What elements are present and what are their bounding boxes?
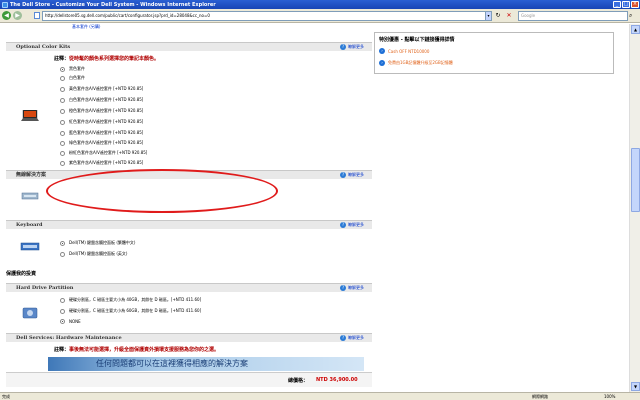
- total-price-label: 總價格：: [288, 378, 309, 384]
- color-option[interactable]: 黃色套件含A/V遙控套件 [+NTD 920.85]: [60, 86, 143, 92]
- base-kit-link[interactable]: 基本套件 (另購): [72, 24, 100, 30]
- radio-button[interactable]: [60, 140, 65, 146]
- color-option[interactable]: 橙色套件含A/V遙控套件 [+NTD 920.85]: [60, 108, 143, 114]
- laptop-image: [21, 110, 39, 121]
- radio-button[interactable]: [60, 97, 65, 103]
- title-bar: The Dell Store - Customize Your Dell Sys…: [0, 0, 640, 9]
- radio-button[interactable]: [60, 297, 65, 303]
- offers-title: 特別優惠 - 點擊以下鏈接獲得詳情: [379, 37, 455, 43]
- address-dropdown-button[interactable]: ▾: [485, 11, 492, 21]
- learn-more-link[interactable]: ? 瞭解更多: [340, 171, 364, 179]
- learn-more-link[interactable]: ? 瞭解更多: [340, 334, 364, 342]
- scroll-up-button[interactable]: ▲: [631, 25, 640, 34]
- radio-button[interactable]: [60, 75, 65, 81]
- scroll-down-button[interactable]: ▼: [631, 382, 640, 391]
- arrow-right-icon: ›: [379, 60, 385, 66]
- back-button[interactable]: ◀: [2, 11, 11, 20]
- help-icon: ?: [340, 335, 346, 341]
- status-bar: 完成 網際網路 100%: [0, 392, 640, 400]
- help-icon: ?: [340, 172, 346, 178]
- hard-drive-image: [22, 307, 38, 319]
- learn-more-link[interactable]: ? 瞭解更多: [340, 284, 364, 292]
- close-button[interactable]: ×: [631, 1, 639, 8]
- radio-button[interactable]: [60, 160, 65, 166]
- search-input[interactable]: Google: [518, 11, 628, 21]
- section-header-services: Dell Services: Hardware Maintenance ? 瞭解…: [6, 333, 372, 342]
- color-option[interactable]: 紫色套件含A/V遙控套件 [+NTD 920.85]: [60, 160, 143, 166]
- window-title: The Dell Store - Customize Your Dell Sys…: [10, 1, 216, 8]
- color-option[interactable]: 粉紅色套件含A/V遙控套件 [+NTD 920.85]: [60, 150, 147, 156]
- section-header-hdd-partition: Hard Drive Partition ? 瞭解更多: [6, 283, 372, 292]
- highlight-oval: [46, 169, 278, 213]
- radio-button[interactable]: [60, 130, 65, 136]
- radio-button[interactable]: [60, 119, 65, 125]
- radio-button[interactable]: [60, 86, 65, 92]
- maximize-button[interactable]: □: [622, 1, 630, 8]
- section-title: 無線解決方案: [16, 172, 47, 178]
- refresh-icon[interactable]: ↻: [494, 12, 502, 20]
- radio-button[interactable]: [60, 66, 65, 72]
- keyboard-image: [20, 242, 40, 251]
- scroll-thumb[interactable]: [631, 148, 640, 212]
- address-input[interactable]: http://dellstore05.sg.dell.com/public/ca…: [42, 11, 489, 21]
- page-content: 基本套件 (另購) Optional Color Kits ? 瞭解更多 註釋：…: [0, 24, 628, 392]
- partition-option[interactable]: NONE: [60, 319, 81, 324]
- color-option[interactable]: 白色套件: [60, 75, 85, 81]
- section-title: Hard Drive Partition: [16, 285, 74, 291]
- offer-link-cash-off[interactable]: › Cash OFF NTD10000: [379, 48, 429, 54]
- learn-more-link[interactable]: ? 瞭解更多: [340, 43, 364, 51]
- offer-link-memory-upgrade[interactable]: › 免費由1GB記憶體升級至2GB記憶體: [379, 60, 453, 66]
- security-zone: 網際網路: [532, 394, 548, 399]
- banner-text: 任何問題都可以在這裡獲得相應的解決方案: [96, 359, 248, 368]
- minimize-button[interactable]: _: [613, 1, 621, 8]
- learn-more-link[interactable]: ? 瞭解更多: [340, 221, 364, 229]
- color-kit-note: 註釋：從時髦的顏色系列選擇您的筆記本顏色。: [54, 56, 160, 62]
- page-icon: [34, 12, 40, 19]
- color-option[interactable]: 白色套件含A/V遙控套件 [+NTD 920.85]: [60, 97, 143, 103]
- radio-button[interactable]: [60, 150, 65, 156]
- radio-button[interactable]: [60, 308, 65, 314]
- special-offers-box: 特別優惠 - 點擊以下鏈接獲得詳情 › Cash OFF NTD10000 › …: [374, 32, 614, 74]
- partition-option[interactable]: 硬碟分割區，C 磁區主要大小為 60GB，其餘在 D 磁區。[+NTD 411.…: [60, 308, 201, 314]
- browser-window: The Dell Store - Customize Your Dell Sys…: [0, 0, 640, 400]
- ie-logo-icon: [2, 1, 8, 8]
- partition-option[interactable]: 硬碟分割區，C 磁區主要大小為 40GB，其餘在 D 磁區。[+NTD 411.…: [60, 297, 201, 303]
- protect-investment-heading: 保護我的投資: [6, 271, 37, 277]
- stop-icon[interactable]: ✕: [505, 12, 513, 20]
- help-icon: ?: [340, 222, 346, 228]
- radio-button[interactable]: [60, 240, 65, 246]
- section-header-color-kits: Optional Color Kits ? 瞭解更多: [6, 42, 372, 51]
- total-price-value: NTD 36,900.00: [316, 377, 358, 383]
- zoom-level[interactable]: 100%: [604, 393, 615, 400]
- keyboard-option[interactable]: Dell(TM) 鍵盤含觸控面板 (英文): [60, 251, 127, 257]
- section-header-keyboard: Keyboard ? 瞭解更多: [6, 220, 372, 229]
- configurator-main: 基本套件 (另購) Optional Color Kits ? 瞭解更多 註釋：…: [6, 24, 372, 392]
- services-note: 註釋：事後無法可能選擇，升級全面保護資外損壞支援服務為您你的之選。: [54, 347, 220, 353]
- section-title: Optional Color Kits: [16, 44, 71, 50]
- search-icon[interactable]: ⌕: [629, 12, 637, 20]
- forward-button[interactable]: ▶: [13, 11, 22, 20]
- section-title: Keyboard: [16, 222, 43, 228]
- section-title: Dell Services: Hardware Maintenance: [16, 335, 122, 341]
- radio-button[interactable]: [60, 251, 65, 257]
- address-toolbar: ◀ ▶ http://dellstore05.sg.dell.com/publi…: [0, 9, 640, 23]
- keyboard-option[interactable]: Dell(TM) 鍵盤含觸控面板 (繁體中文): [60, 240, 135, 246]
- wireless-card-image: [21, 192, 39, 200]
- vertical-scrollbar[interactable]: ▲ ▼: [629, 24, 640, 392]
- color-option[interactable]: 綠色套件含A/V遙控套件 [+NTD 920.85]: [60, 140, 143, 146]
- status-text: 完成: [2, 394, 10, 399]
- help-icon: ?: [340, 285, 346, 291]
- arrow-right-icon: ›: [379, 48, 385, 54]
- help-icon: ?: [340, 44, 346, 50]
- color-option[interactable]: 紅色套件含A/V遙控套件 [+NTD 920.85]: [60, 119, 143, 125]
- color-option[interactable]: 黑色套件: [60, 66, 85, 72]
- radio-button[interactable]: [60, 108, 65, 114]
- window-controls: _ □ ×: [613, 1, 639, 8]
- color-option[interactable]: 藍色套件含A/V遙控套件 [+NTD 920.85]: [60, 130, 143, 136]
- radio-button[interactable]: [60, 319, 65, 324]
